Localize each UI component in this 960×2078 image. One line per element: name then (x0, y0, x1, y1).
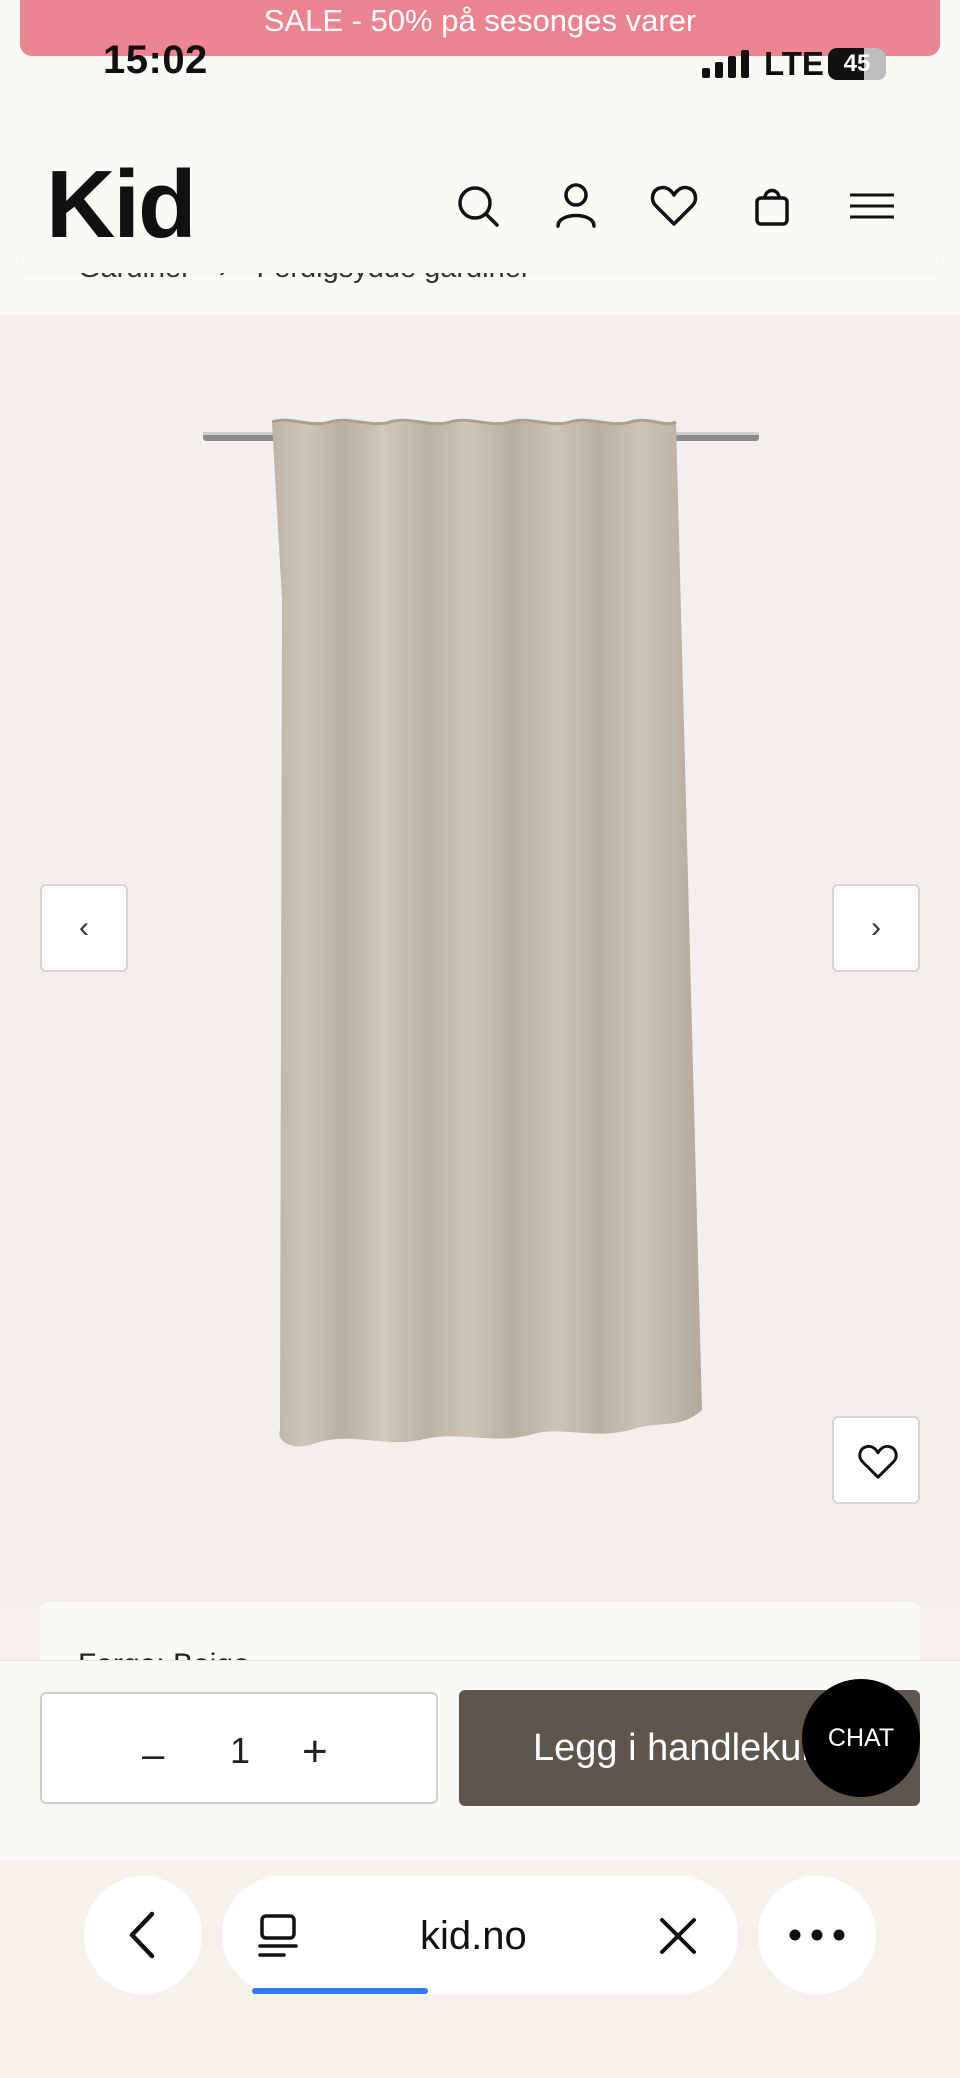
menu-icon[interactable] (846, 180, 898, 232)
battery-level: 45 (843, 50, 871, 77)
back-arrow-icon (129, 1911, 155, 1959)
decrease-quantity-button[interactable]: – (142, 1733, 164, 1778)
wishlist-icon[interactable] (648, 180, 700, 232)
browser-back-button[interactable] (84, 1876, 202, 1994)
network-label: LTE (764, 45, 824, 82)
browser-more-button[interactable] (758, 1876, 876, 1994)
status-time: 15:02 (103, 38, 208, 82)
site-logo[interactable]: Kid (46, 155, 197, 255)
gallery-next-button[interactable]: › (832, 884, 920, 972)
more-icon (789, 1929, 845, 1941)
chat-button[interactable]: CHAT (802, 1679, 920, 1797)
heart-icon (858, 1444, 898, 1479)
account-icon[interactable] (550, 180, 602, 232)
tabs-icon[interactable] (258, 1912, 302, 1960)
curtain-image (203, 418, 759, 1447)
signal-icon (702, 50, 749, 78)
search-icon[interactable] (452, 180, 504, 232)
battery-icon: 45 (828, 48, 886, 80)
add-to-wishlist-button[interactable] (832, 1416, 920, 1504)
page-load-progress (252, 1988, 428, 1994)
increase-quantity-button[interactable]: + (302, 1727, 328, 1777)
quantity-value[interactable]: 1 (230, 1730, 250, 1772)
close-icon[interactable] (656, 1914, 700, 1958)
url-text[interactable]: kid.no (420, 1914, 527, 1959)
gallery-prev-button[interactable]: ‹ (40, 884, 128, 972)
cart-icon[interactable] (746, 180, 798, 232)
